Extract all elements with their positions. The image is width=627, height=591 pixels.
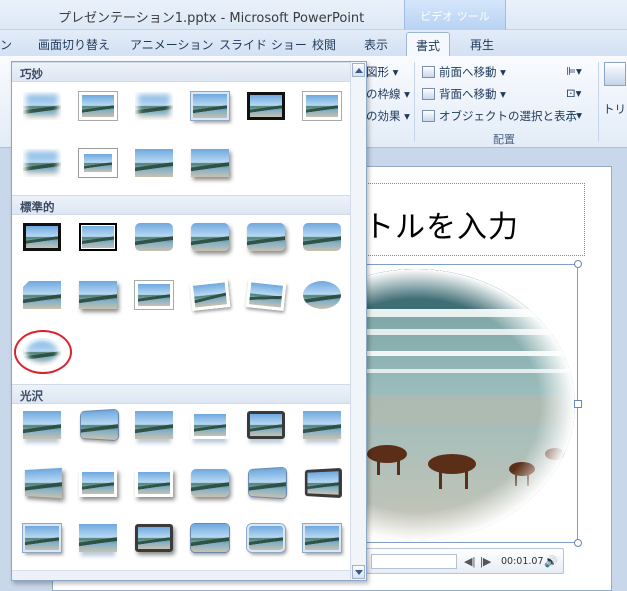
scroll-up-icon[interactable] [352,63,365,77]
video-border-label: の枠線 [366,87,401,101]
title-placeholder-text: トルを入力 [364,210,519,245]
media-time: 00:01.07 [501,556,544,567]
video-tools-context-tab: ビデオ ツール [404,0,506,30]
video-style-thumb[interactable] [303,411,341,439]
video-style-thumb[interactable] [135,281,173,309]
video-styles-gallery: 巧妙 標準的 光沢 [11,61,367,581]
video-style-thumb[interactable] [135,223,173,251]
bring-forward-button[interactable]: 前面へ移動 ▾ [422,64,506,80]
tab-review[interactable]: 校閲 [312,36,336,53]
video-style-thumb[interactable] [189,279,231,311]
gallery-section-subtle: 巧妙 [12,62,350,82]
resize-handle-bottom-right[interactable] [574,539,582,547]
video-style-thumb[interactable] [191,411,229,439]
video-effects-menu[interactable]: の効果 ▾ [366,108,410,124]
video-style-thumb[interactable] [304,467,342,499]
video-style-thumb[interactable] [191,149,229,177]
media-controls: ◀| |▶ 00:01.07 🔊 [366,548,564,574]
seek-forward-icon[interactable]: |▶ [480,555,491,568]
window-title: プレゼンテーション1.pptx - Microsoft PowerPoint [58,11,365,26]
gallery-section-intense: 光沢 [12,384,350,404]
title-placeholder[interactable]: トルを入力 [362,183,585,256]
ribbon-tab-row: ン 画面切り替え アニメーション スライド ショー 校閲 表示 書式 再生 [0,30,627,57]
tab-view[interactable]: 表示 [364,36,388,53]
tab-format[interactable]: 書式 [406,32,451,57]
video-style-thumb[interactable] [79,281,117,309]
video-tools-label: ビデオ ツール [420,10,490,23]
video-style-thumb[interactable] [303,281,341,309]
video-style-thumb[interactable] [303,223,341,251]
video-style-thumb[interactable] [135,92,173,120]
scroll-down-icon[interactable] [352,565,365,579]
send-backward-label: 背面へ移動 [439,87,497,101]
video-style-thumb[interactable] [24,467,62,499]
video-style-thumb[interactable] [79,469,117,497]
align-button[interactable]: ⊫▾ [566,64,582,78]
selection-pane-button[interactable]: オブジェクトの選択と表示 [422,108,577,124]
video-style-thumb[interactable] [23,281,61,309]
shape-menu[interactable]: 図形 ▾ [366,64,398,80]
tab-slideshow[interactable]: スライド ショー [219,36,307,53]
video-style-thumb[interactable] [135,411,173,439]
bring-forward-icon [422,66,435,78]
video-style-thumb[interactable] [80,409,118,441]
ribbon-separator-2 [598,62,599,142]
video-style-thumb[interactable] [247,524,285,552]
video-style-thumb[interactable] [191,223,229,251]
tab-playback[interactable]: 再生 [470,36,494,53]
tab-insert-partial[interactable]: ン [0,36,12,53]
video-style-thumb[interactable] [23,411,61,439]
arrange-group-label: 配置 [493,133,515,146]
video-style-thumb[interactable] [303,524,341,552]
tab-animations[interactable]: アニメーション [130,36,214,53]
video-style-thumb[interactable] [23,92,61,120]
seek-back-icon[interactable]: ◀| [464,555,475,568]
video-style-thumb[interactable] [245,279,287,311]
resize-handle-top-right[interactable] [574,260,582,268]
video-style-thumb[interactable] [247,92,285,120]
resize-handle-right[interactable] [574,400,582,408]
video-style-thumb[interactable] [135,524,173,552]
send-backward-button[interactable]: 背面へ移動 ▾ [422,86,506,102]
video-style-thumb[interactable] [79,524,117,552]
gallery-section-moderate: 標準的 [12,195,350,215]
trim-video-icon[interactable] [604,62,626,86]
section-label-intense: 光沢 [20,389,43,403]
video-style-thumb[interactable] [247,411,285,439]
group-button[interactable]: ⊡▾ [566,86,581,100]
video-style-thumb[interactable] [303,92,341,120]
gallery-scrollbar[interactable] [350,62,366,580]
video-style-thumb[interactable] [79,149,117,177]
bring-forward-label: 前面へ移動 [439,65,497,79]
selection-pane-label: オブジェクトの選択と表示 [439,109,577,123]
video-style-thumb[interactable] [248,467,286,499]
section-label-subtle: 巧妙 [20,67,43,81]
video-style-thumb[interactable] [191,469,229,497]
title-bar: プレゼンテーション1.pptx - Microsoft PowerPoint ビ… [0,0,627,30]
highlight-circle [14,330,72,374]
video-border-menu[interactable]: の枠線 ▾ [366,86,410,102]
media-progress-track[interactable] [371,554,457,569]
video-style-thumb[interactable] [23,524,61,552]
video-style-thumb[interactable] [79,92,117,120]
selection-pane-icon [422,110,435,122]
video-style-thumb[interactable] [23,223,61,251]
trim-button-label[interactable]: トリミ [603,101,627,117]
video-style-thumb[interactable] [135,469,173,497]
volume-icon[interactable]: 🔊 [544,555,558,568]
video-style-thumb[interactable] [191,92,229,120]
video-style-thumb[interactable] [23,149,61,177]
video-effects-label: の効果 [366,109,401,123]
shape-label: 図形 [366,65,389,79]
gallery-resize-grip[interactable] [12,570,350,580]
tab-transitions[interactable]: 画面切り替え [38,36,110,53]
video-style-thumb[interactable] [247,223,285,251]
video-style-thumb[interactable] [191,524,229,552]
ribbon-separator [414,62,415,142]
section-label-moderate: 標準的 [20,200,55,214]
send-backward-icon [422,88,435,100]
rotate-button[interactable]: ⚠▾ [566,108,582,122]
video-style-thumb[interactable] [135,149,173,177]
video-style-thumb[interactable] [79,223,117,251]
